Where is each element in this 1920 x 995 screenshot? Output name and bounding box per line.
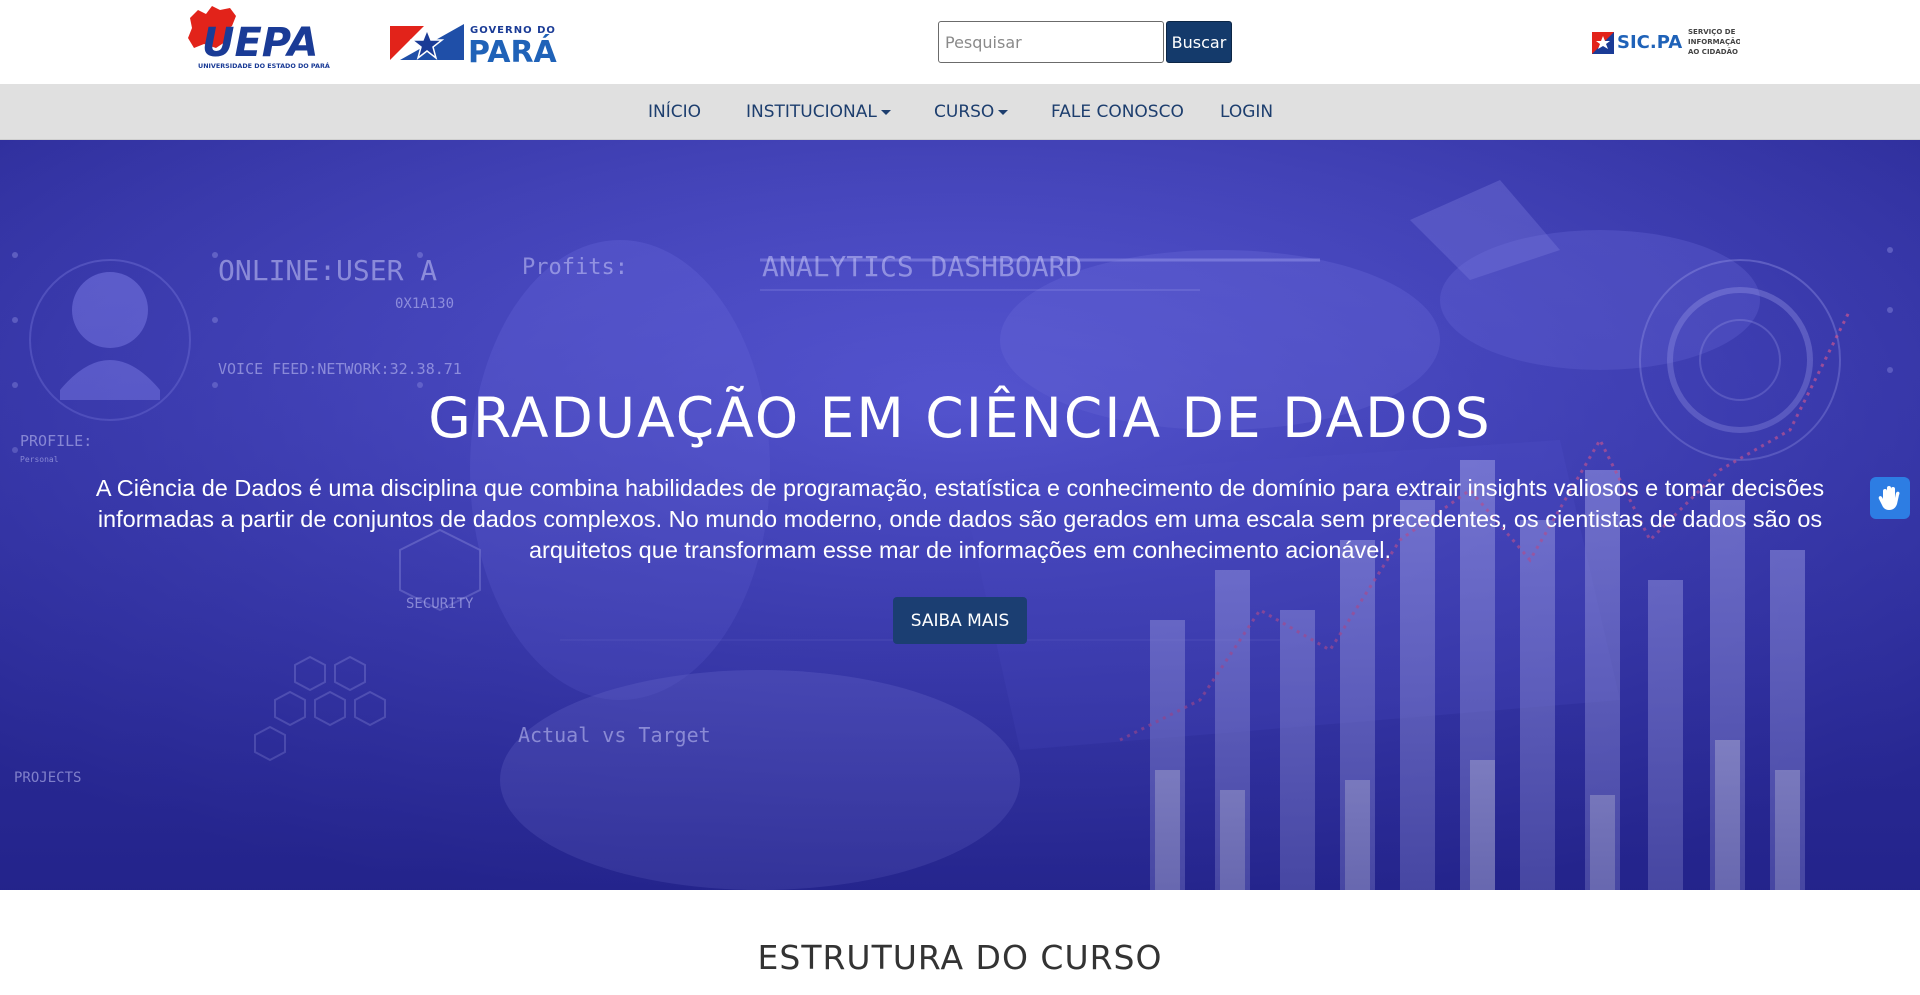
hero-description: A Ciência de Dados é uma disciplina que … — [95, 475, 1825, 563]
nav-item-label: INSTITUCIONAL — [746, 102, 877, 122]
site-header: UEPA UNIVERSIDADE DO ESTADO DO PARÁ GOVE… — [0, 0, 1920, 84]
saiba-mais-button[interactable]: SAIBA MAIS — [893, 597, 1027, 644]
hero-bg-user-id: 0X1A130 — [395, 296, 454, 312]
nav-item-curso[interactable]: CURSO — [934, 84, 1009, 140]
caret-down-icon — [880, 109, 891, 115]
section-title-estrutura-do-curso: ESTRUTURA DO CURSO — [757, 938, 1163, 977]
hero-title: GRADUAÇÃO EM CIÊNCIA DE DADOS — [428, 386, 1492, 450]
hero-bg-profile-sub: Personal — [20, 455, 59, 464]
hero-bg-security: SECURITY — [406, 596, 474, 612]
hero-bg-online-user: ONLINE:USER A — [218, 254, 437, 287]
uepa-logo[interactable]: UEPA UNIVERSIDADE DO ESTADO DO PARÁ — [186, 4, 336, 72]
hero-banner: ONLINE:USER A 0X1A130 Profits: ANALYTICS… — [0, 140, 1920, 890]
nav-item-label: LOGIN — [1220, 102, 1274, 122]
hero-bg-dashboard: ANALYTICS DASHBOARD — [762, 250, 1082, 283]
search-input[interactable] — [938, 21, 1164, 63]
hand-sign-language-icon — [1878, 486, 1900, 510]
nav-item-login[interactable]: LOGIN — [1220, 84, 1273, 140]
governo-para-logo[interactable]: GOVERNO DO PARÁ — [390, 20, 560, 65]
nav-item-inicio[interactable]: INÍCIO — [648, 84, 701, 140]
nav-item-fale-conosco[interactable]: FALE CONOSCO — [1051, 84, 1184, 140]
hero-bg-projects: PROJECTS — [14, 770, 81, 786]
uepa-wordmark: UEPA — [202, 20, 318, 66]
sic-line2: INFORMAÇÃO — [1688, 37, 1740, 46]
sic-line3: AO CIDADÃO — [1688, 47, 1738, 56]
nav-item-label: FALE CONOSCO — [1051, 102, 1184, 122]
sic-wordmark: SIC.PA — [1617, 32, 1682, 53]
hero-bg-actual-vs-target: Actual vs Target — [518, 723, 711, 747]
hero-bg-profits: Profits: — [522, 255, 628, 280]
sic-line1: SERVIÇO DE — [1688, 28, 1736, 36]
hero-bg-voice-feed: VOICE FEED:NETWORK:32.38.71 — [218, 360, 462, 378]
accessibility-widget-button[interactable] — [1870, 477, 1910, 519]
sic-pa-logo[interactable]: SIC.PA SERVIÇO DE INFORMAÇÃO AO CIDADÃO — [1590, 24, 1740, 62]
nav-item-institucional[interactable]: INSTITUCIONAL — [746, 84, 891, 140]
main-nav: INÍCIO INSTITUCIONAL CURSO FALE CONOSCO … — [0, 84, 1920, 140]
nav-item-label: CURSO — [934, 102, 995, 122]
uepa-subtitle: UNIVERSIDADE DO ESTADO DO PARÁ — [198, 61, 330, 70]
search-button[interactable]: Buscar — [1166, 21, 1232, 63]
nav-item-label: INÍCIO — [648, 102, 702, 122]
caret-down-icon — [998, 109, 1009, 115]
gov-logo-line2: PARÁ — [468, 34, 558, 65]
